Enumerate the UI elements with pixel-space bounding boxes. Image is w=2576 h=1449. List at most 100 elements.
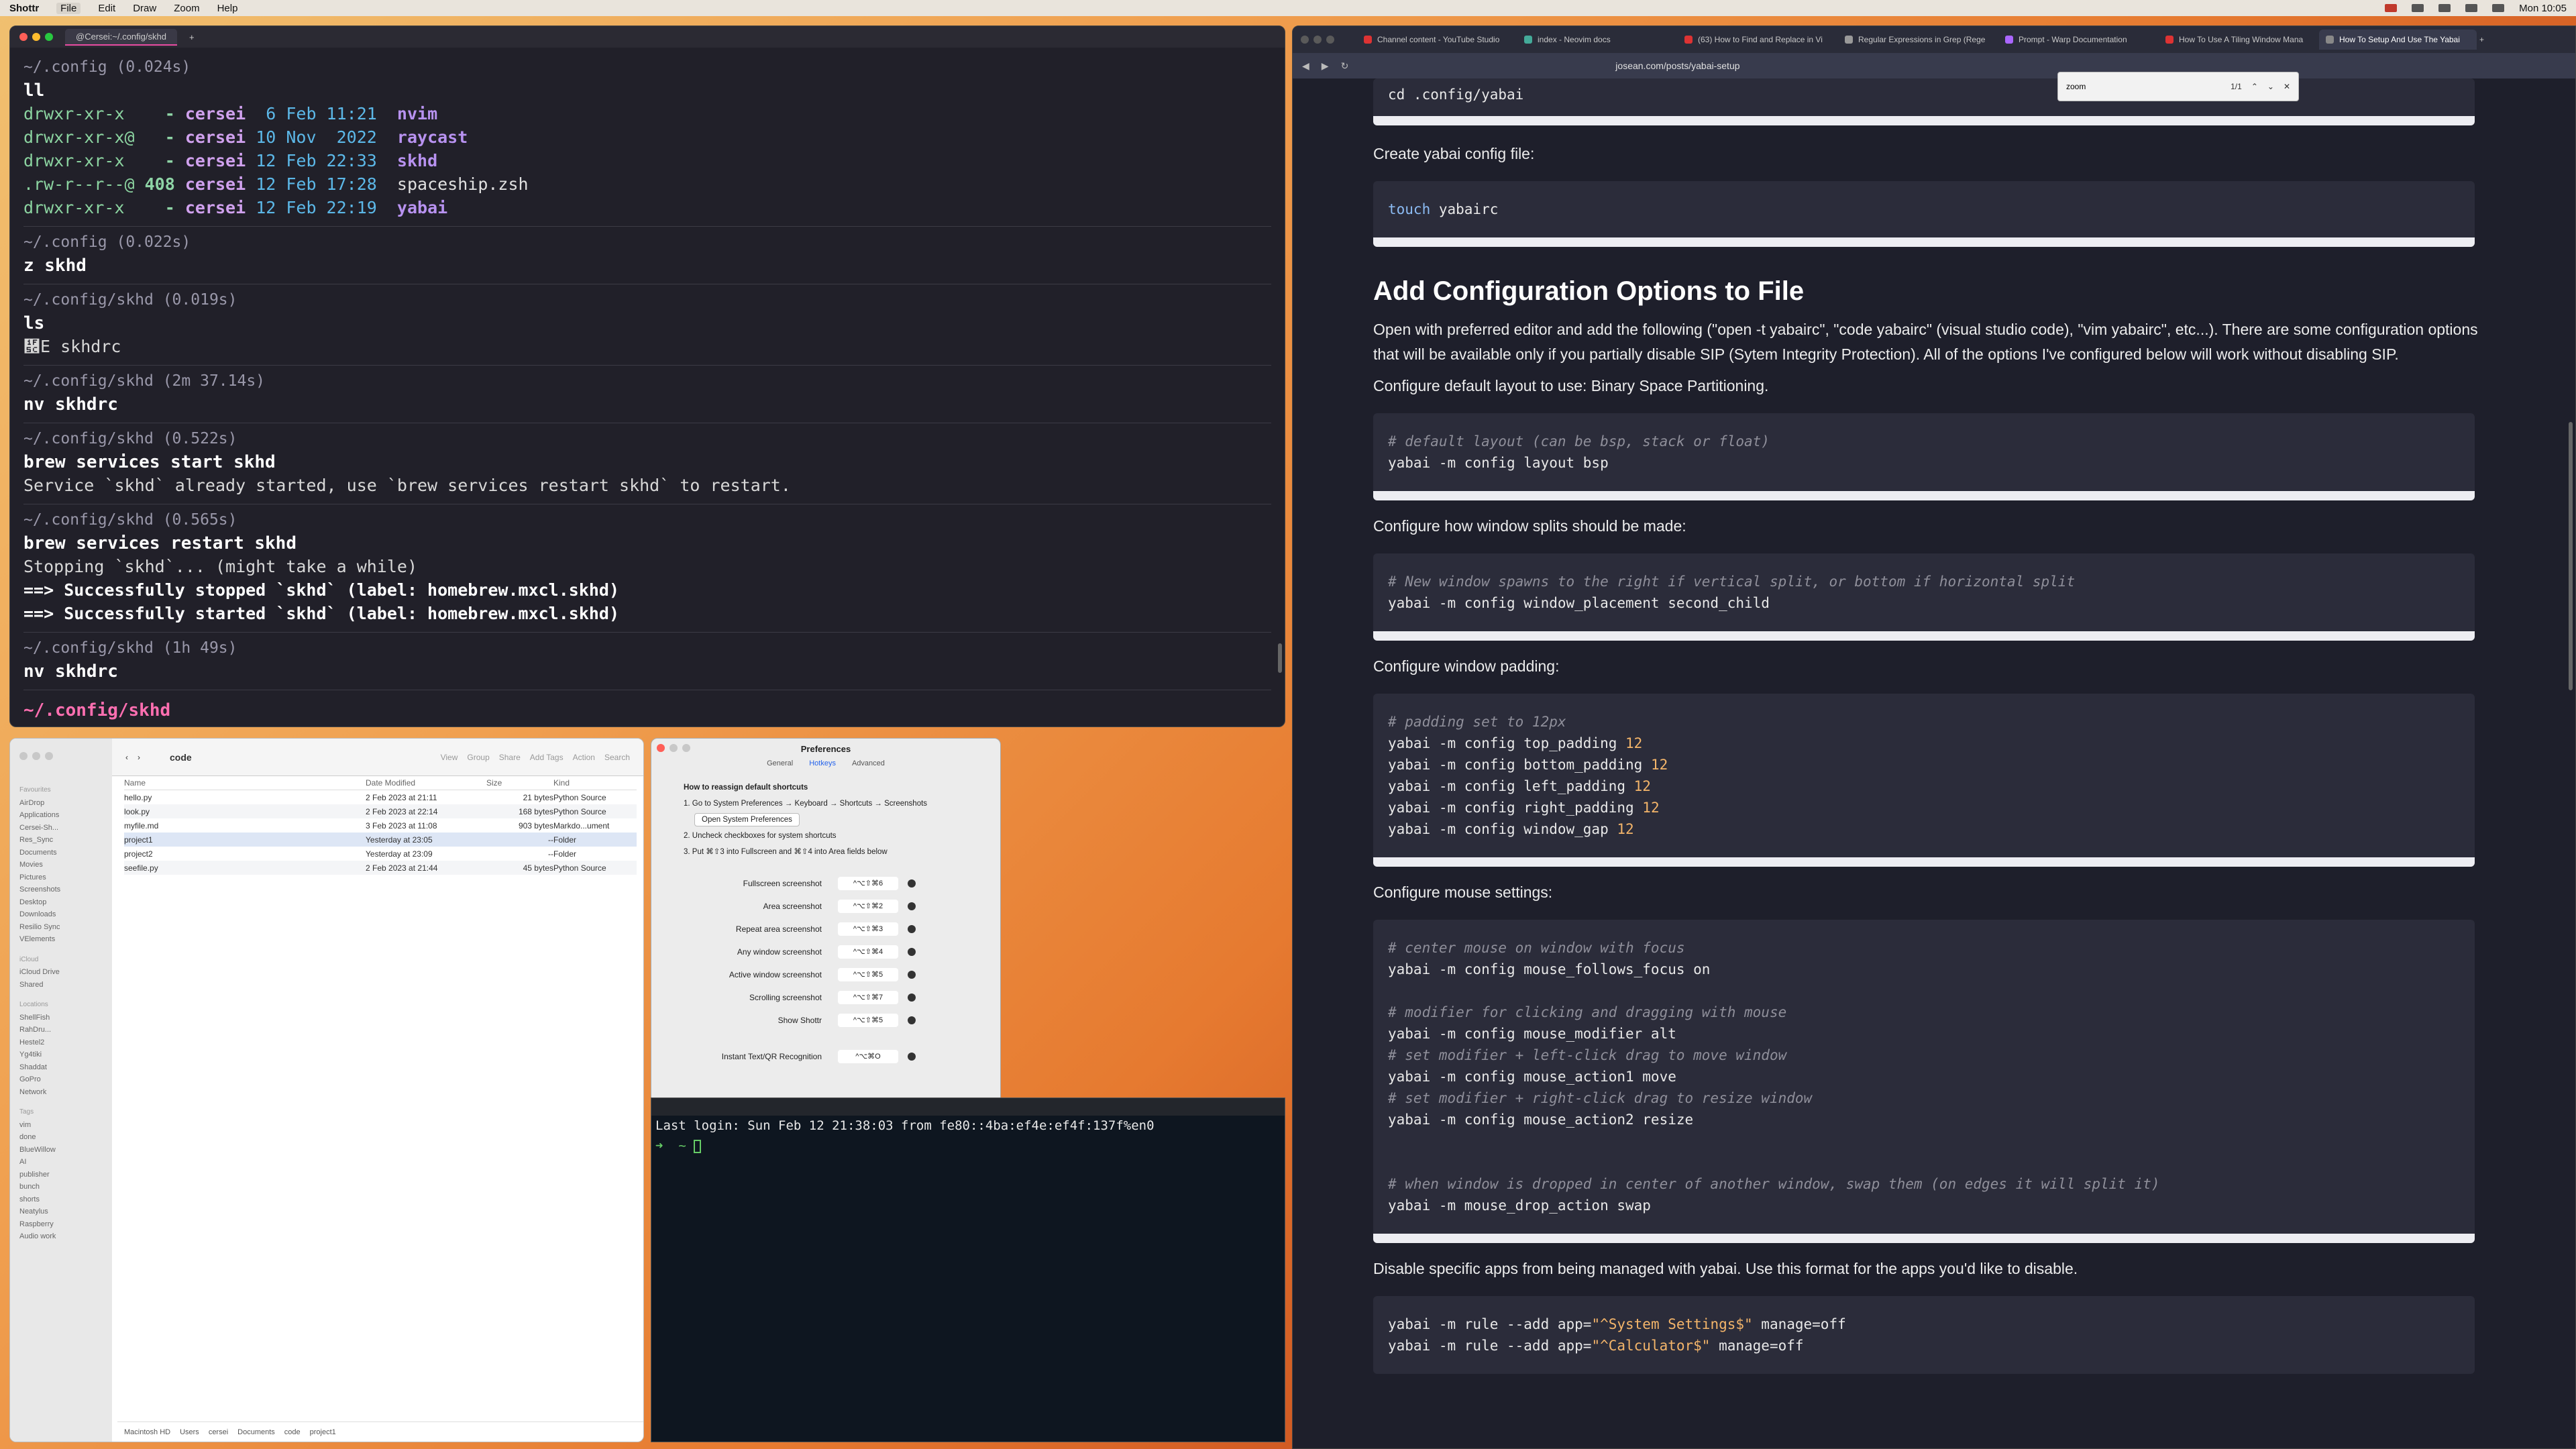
- clock[interactable]: Mon 10:05: [2519, 3, 2567, 14]
- file-row[interactable]: project1 Yesterday at 23:05 -- Folder: [124, 833, 637, 847]
- file-row[interactable]: project2 Yesterday at 23:09 -- Folder: [124, 847, 637, 861]
- shortcut-field[interactable]: ^⌥⇧⌘4: [838, 945, 898, 959]
- menu-help[interactable]: Help: [217, 3, 238, 14]
- back-icon[interactable]: ‹: [125, 753, 128, 762]
- menu-file[interactable]: File: [56, 2, 81, 14]
- open-system-preferences-button[interactable]: Open System Preferences: [694, 813, 800, 826]
- code-block[interactable]: # default layout (can be bsp, stack or f…: [1373, 413, 2475, 500]
- col-kind[interactable]: Kind: [553, 778, 641, 788]
- path-item[interactable]: Macintosh HD: [124, 1428, 170, 1436]
- shortcut-field[interactable]: ^⌥⇧⌘6: [838, 877, 898, 890]
- menu-edit[interactable]: Edit: [98, 3, 115, 14]
- back-icon[interactable]: ◀: [1302, 60, 1309, 72]
- new-tab-icon[interactable]: +: [2479, 35, 2484, 44]
- search-button[interactable]: Search: [604, 753, 630, 762]
- sidebar-item[interactable]: Neatylus: [19, 1205, 105, 1218]
- find-prev-icon[interactable]: ⌃: [2251, 82, 2258, 91]
- minimize-icon[interactable]: [1313, 36, 1322, 44]
- maximize-icon[interactable]: [45, 752, 53, 760]
- close-icon[interactable]: [657, 744, 665, 752]
- maximize-icon[interactable]: [1326, 36, 1334, 44]
- sidebar-item[interactable]: shorts: [19, 1193, 105, 1206]
- view-button[interactable]: View: [441, 753, 458, 762]
- sidebar-item[interactable]: Documents: [19, 847, 105, 859]
- minimize-icon[interactable]: [32, 752, 40, 760]
- menu-app-name[interactable]: Shottr: [9, 3, 39, 14]
- shortcut-field[interactable]: ^⌥⇧⌘7: [838, 991, 898, 1004]
- shortcut-field[interactable]: ^⌥⇧⌘5: [838, 1014, 898, 1027]
- clear-shortcut-icon[interactable]: [908, 902, 916, 910]
- col-name[interactable]: Name: [124, 778, 366, 788]
- clear-shortcut-icon[interactable]: [908, 925, 916, 933]
- wifi-icon[interactable]: [2412, 4, 2424, 12]
- browser-tab[interactable]: How To Use A Tiling Window Mana: [2159, 30, 2316, 50]
- file-row[interactable]: look.py 2 Feb 2023 at 22:14 168 bytes Pytho…: [124, 804, 637, 818]
- tab-hotkeys[interactable]: Hotkeys: [809, 759, 836, 767]
- maximize-icon[interactable]: [45, 33, 53, 41]
- code-block[interactable]: yabai -m rule --add app="^System Setting…: [1373, 1296, 2475, 1374]
- browser-tab[interactable]: Regular Expressions in Grep (Rege: [1838, 30, 1996, 50]
- article-content[interactable]: cd .config/yabai Create yabai config fil…: [1293, 78, 2575, 1448]
- current-directory-prompt[interactable]: ~/.config/skhd: [23, 697, 1271, 724]
- forward-icon[interactable]: ▶: [1322, 60, 1329, 72]
- shortcut-field[interactable]: ^⌥⇧⌘3: [838, 922, 898, 936]
- sidebar-item[interactable]: vim: [19, 1119, 105, 1132]
- sidebar-item[interactable]: ShellFish: [19, 1012, 105, 1024]
- tab-general[interactable]: General: [767, 759, 793, 767]
- shortcut-field[interactable]: ^⌥⇧⌘5: [838, 968, 898, 981]
- col-date[interactable]: Date Modified: [366, 778, 486, 788]
- add-tags-button[interactable]: Add Tags: [530, 753, 564, 762]
- browser-tab[interactable]: Prompt - Warp Documentation: [1998, 30, 2156, 50]
- sidebar-item[interactable]: Shaddat: [19, 1061, 105, 1074]
- terminal-tab[interactable]: @Cersei:~/.config/skhd: [65, 28, 177, 46]
- browser-tab[interactable]: Channel content - YouTube Studio: [1357, 30, 1515, 50]
- clear-shortcut-icon[interactable]: [908, 1053, 916, 1061]
- minimize-icon[interactable]: [32, 33, 40, 41]
- browser-tab[interactable]: (63) How to Find and Replace in Vi: [1678, 30, 1835, 50]
- maximize-icon[interactable]: [682, 744, 690, 752]
- menu-draw[interactable]: Draw: [133, 3, 156, 14]
- path-item[interactable]: cersei: [209, 1428, 228, 1436]
- browser-tab-active[interactable]: How To Setup And Use The Yabai: [2319, 30, 2477, 50]
- page-scrollbar[interactable]: [2569, 422, 2573, 690]
- col-size[interactable]: Size: [486, 778, 553, 788]
- sidebar-item[interactable]: bunch: [19, 1181, 105, 1193]
- clear-shortcut-icon[interactable]: [908, 994, 916, 1002]
- sidebar-item[interactable]: VElements: [19, 933, 105, 946]
- find-close-icon[interactable]: ✕: [2284, 82, 2290, 91]
- menu-zoom[interactable]: Zoom: [174, 3, 199, 14]
- new-tab-icon[interactable]: +: [189, 32, 195, 42]
- search-icon[interactable]: [2492, 4, 2505, 12]
- path-item[interactable]: code: [284, 1428, 301, 1436]
- sidebar-item[interactable]: AI: [19, 1156, 105, 1169]
- sidebar-item[interactable]: Network: [19, 1086, 105, 1099]
- sidebar-item[interactable]: done: [19, 1131, 105, 1144]
- sidebar-item[interactable]: Hestel2: [19, 1036, 105, 1049]
- browser-tab[interactable]: index - Neovim docs: [1517, 30, 1675, 50]
- sidebar-item[interactable]: Res_Sync: [19, 834, 105, 847]
- file-row[interactable]: hello.py 2 Feb 2023 at 21:11 21 bytes Pytho…: [124, 790, 637, 804]
- sidebar-item[interactable]: iCloud Drive: [19, 966, 105, 979]
- terminal-window-2[interactable]: Last login: Sun Feb 12 21:38:03 from fe8…: [651, 1097, 1285, 1442]
- clear-shortcut-icon[interactable]: [908, 879, 916, 888]
- reload-icon[interactable]: ↻: [1341, 60, 1349, 72]
- sidebar-item[interactable]: RahDru...: [19, 1024, 105, 1036]
- path-item[interactable]: Users: [180, 1428, 199, 1436]
- url-field[interactable]: josean.com/posts/yabai-setup: [1615, 60, 1739, 71]
- battery-icon[interactable]: [2438, 4, 2451, 12]
- sidebar-item[interactable]: Cersei-Sh...: [19, 822, 105, 835]
- sidebar-item[interactable]: Raspberry: [19, 1218, 105, 1231]
- clear-shortcut-icon[interactable]: [908, 948, 916, 956]
- action-button[interactable]: Action: [573, 753, 595, 762]
- code-block[interactable]: touch yabairc: [1373, 181, 2475, 247]
- sidebar-item[interactable]: Shared: [19, 979, 105, 991]
- scrollbar[interactable]: [1278, 643, 1282, 673]
- clear-shortcut-icon[interactable]: [908, 1016, 916, 1024]
- find-input[interactable]: [2066, 82, 2222, 91]
- sidebar-item[interactable]: publisher: [19, 1169, 105, 1181]
- close-icon[interactable]: [19, 33, 28, 41]
- sidebar-item[interactable]: Resilio Sync: [19, 921, 105, 934]
- code-block[interactable]: cd .config/yabai: [1373, 78, 2475, 125]
- sidebar-item[interactable]: Movies: [19, 859, 105, 871]
- share-button[interactable]: Share: [499, 753, 521, 762]
